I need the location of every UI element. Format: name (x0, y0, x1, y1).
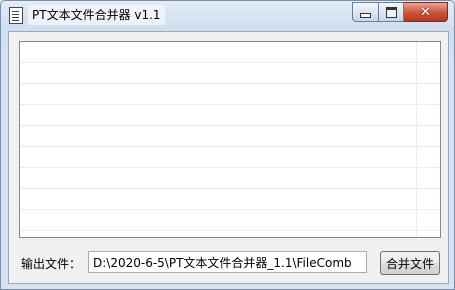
app-window: PT文本文件合并器 v1.1 ✕ 输出文件： D:\2020-6-5\PT文本文… (0, 0, 455, 290)
maximize-button[interactable] (379, 2, 404, 22)
document-icon (9, 7, 23, 24)
output-file-path-field[interactable]: D:\2020-6-5\PT文本文件合并器_1.1\FileComb (88, 251, 367, 273)
output-file-label: 输出文件： (21, 257, 82, 271)
window-title: PT文本文件合并器 v1.1 (28, 5, 165, 25)
file-list[interactable] (19, 41, 441, 238)
merge-files-button[interactable]: 合并文件 (380, 251, 440, 275)
caption-buttons: ✕ (352, 2, 448, 22)
file-list-column-separator (416, 42, 417, 237)
maximize-icon (385, 6, 397, 18)
close-icon: ✕ (420, 4, 431, 20)
client-area: 输出文件： D:\2020-6-5\PT文本文件合并器_1.1\FileComb… (8, 31, 449, 284)
close-button[interactable]: ✕ (404, 2, 448, 22)
title-bar[interactable]: PT文本文件合并器 v1.1 ✕ (1, 1, 454, 31)
file-list-gridlines (20, 42, 440, 237)
minimize-icon (360, 13, 371, 18)
minimize-button[interactable] (352, 2, 379, 22)
